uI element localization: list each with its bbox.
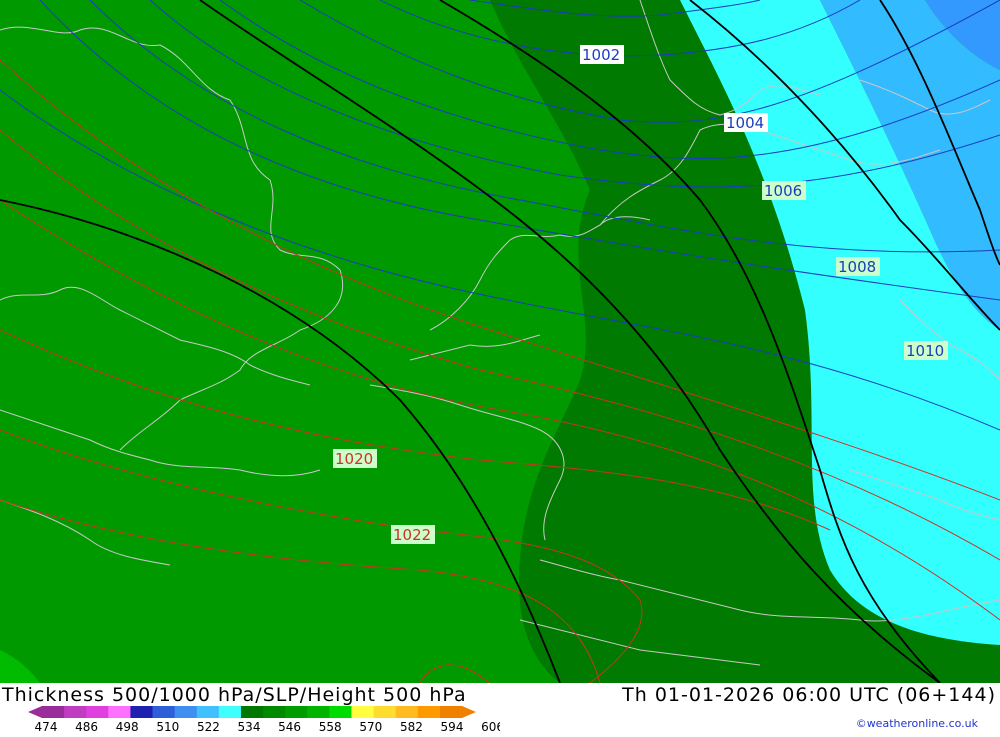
colorbar-tick-label: 606 xyxy=(481,720,500,733)
colorbar-swatch xyxy=(351,706,375,718)
valid-time: Th 01-01-2026 06:00 UTC (06+144) xyxy=(622,684,996,706)
colorbar-tick-label: 498 xyxy=(116,720,139,733)
colorbar-arrow-right xyxy=(462,706,476,718)
colorbar-tick-label: 546 xyxy=(278,720,301,733)
svg-text:1006: 1006 xyxy=(764,182,802,200)
map-footer: Thickness 500/1000 hPa/SLP/Height 500 hP… xyxy=(0,683,1000,734)
colorbar-swatch xyxy=(42,706,65,718)
colorbar-swatch xyxy=(152,706,176,718)
isobar-label-1010: 1010 xyxy=(904,341,948,360)
colorbar-swatch xyxy=(307,706,330,718)
credit-link[interactable]: ©weatheronline.co.uk xyxy=(856,717,978,730)
colorbar-tick-label: 582 xyxy=(400,720,423,733)
svg-text:1008: 1008 xyxy=(838,258,876,276)
map-title: Thickness 500/1000 hPa/SLP/Height 500 hP… xyxy=(2,684,467,706)
isobar-label-1020: 1020 xyxy=(333,449,377,468)
isobar-label-1006: 1006 xyxy=(762,181,806,200)
svg-text:1010: 1010 xyxy=(906,342,944,360)
colorbar-swatch xyxy=(240,706,264,718)
colorbar-swatch xyxy=(64,706,87,718)
colorbar-legend: 474 486 498 510 522 534 546 558 570 582 594 606 xyxy=(0,705,505,734)
colorbar-swatches xyxy=(28,706,476,718)
colorbar-swatch xyxy=(108,706,131,718)
isobar-label-1022: 1022 xyxy=(391,525,435,544)
colorbar-tick-label: 594 xyxy=(441,720,464,733)
colorbar-swatch xyxy=(373,706,397,718)
colorbar-swatch xyxy=(263,706,286,718)
colorbar-swatch xyxy=(86,706,109,718)
colorbar-tick-label: 534 xyxy=(238,720,261,733)
colorbar-swatch xyxy=(439,706,463,718)
colorbar-tick-label: 558 xyxy=(319,720,342,733)
colorbar-ticks: 474 486 498 510 522 534 546 558 570 582 594 606 xyxy=(35,720,505,734)
svg-text:1022: 1022 xyxy=(393,526,431,544)
svg-text:1020: 1020 xyxy=(335,450,373,468)
colorbar-tick-label: 474 xyxy=(35,720,58,733)
colorbar-tick-label: 486 xyxy=(75,720,98,733)
colorbar-swatch xyxy=(174,706,198,718)
isobar-label-1004: 1004 xyxy=(724,113,768,132)
colorbar-tick-label: 570 xyxy=(359,720,382,733)
colorbar-swatch xyxy=(285,706,308,718)
colorbar-swatch xyxy=(395,706,419,718)
colorbar-swatch xyxy=(329,706,352,718)
isobar-label-1002: 1002 xyxy=(580,45,624,64)
colorbar-swatch xyxy=(417,706,441,718)
colorbar-tick-label: 522 xyxy=(197,720,220,733)
svg-text:1004: 1004 xyxy=(726,114,764,132)
colorbar-arrow-left xyxy=(28,706,42,718)
colorbar-swatch xyxy=(130,706,154,718)
colorbar-tick-label: 510 xyxy=(156,720,179,733)
colorbar-swatch xyxy=(196,706,220,718)
weather-map: 1002 1004 1006 1008 1010 1020 1022 xyxy=(0,0,1000,683)
isobar-label-1008: 1008 xyxy=(836,257,880,276)
colorbar-swatch xyxy=(218,706,242,718)
svg-text:1002: 1002 xyxy=(582,46,620,64)
